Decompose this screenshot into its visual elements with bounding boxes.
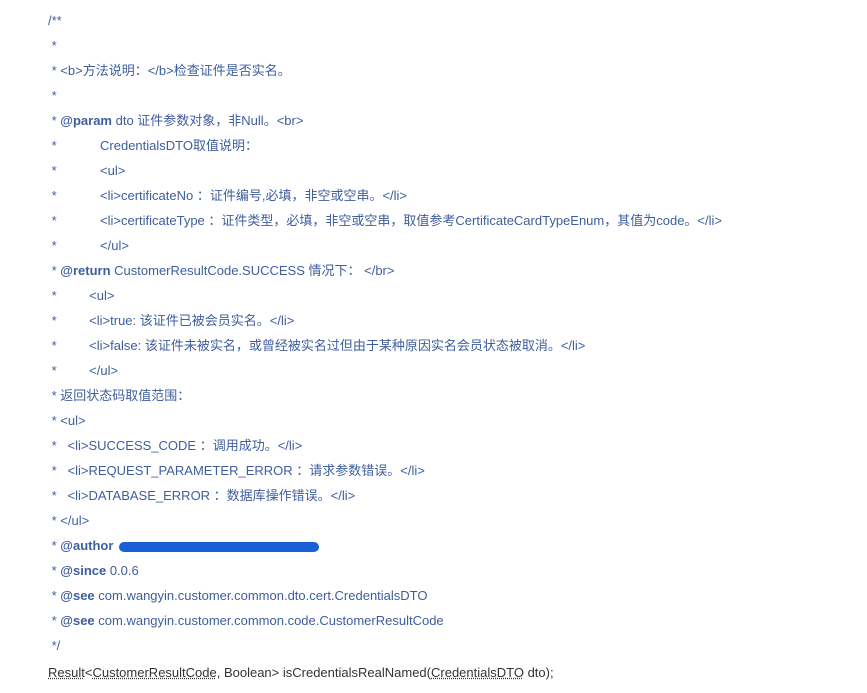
- javadoc-line: * </ul>: [48, 233, 867, 258]
- type-result: Result: [48, 665, 85, 680]
- javadoc-prefix: *: [48, 113, 60, 128]
- javadoc-line: * <li>REQUEST_PARAMETER_ERROR ：请求参数错误。</…: [48, 458, 867, 483]
- javadoc-line-param: * @param dto 证件参数对象，非Null。<br>: [48, 108, 867, 133]
- redacted-author: [119, 542, 319, 552]
- javadoc-line: * <ul>: [48, 283, 867, 308]
- javadoc-line: * <ul>: [48, 408, 867, 433]
- javadoc-text: dto 证件参数对象，非Null。<br>: [112, 113, 303, 128]
- sig-text: , Boolean> isCredentialsRealNamed(: [217, 665, 431, 680]
- javadoc-line: * CredentialsDTO取值说明：: [48, 133, 867, 158]
- type-credentials-dto: CredentialsDTO: [431, 665, 524, 680]
- javadoc-prefix: *: [48, 263, 60, 278]
- sig-text: dto);: [524, 665, 554, 680]
- javadoc-text: com.wangyin.customer.common.code.Custome…: [95, 613, 444, 628]
- javadoc-line: * 返回状态码取值范围：: [48, 383, 867, 408]
- javadoc-tag-since: @since: [60, 563, 106, 578]
- javadoc-line: /**: [48, 8, 867, 33]
- javadoc-line: * <ul>: [48, 158, 867, 183]
- javadoc-line-see: * @see com.wangyin.customer.common.dto.c…: [48, 583, 867, 608]
- javadoc-prefix: *: [48, 613, 60, 628]
- javadoc-tag-see: @see: [60, 588, 94, 603]
- javadoc-line: *: [48, 33, 867, 58]
- javadoc-line: * </ul>: [48, 358, 867, 383]
- javadoc-line: * <li>DATABASE_ERROR ：数据库操作错误。</li>: [48, 483, 867, 508]
- javadoc-prefix: *: [48, 563, 60, 578]
- javadoc-block: /** * * <b>方法说明：</b>检查证件是否实名。 * * @param…: [0, 8, 867, 658]
- javadoc-text: [113, 538, 117, 553]
- javadoc-line: * <li>true: 该证件已被会员实名。</li>: [48, 308, 867, 333]
- javadoc-prefix: *: [48, 538, 60, 553]
- javadoc-text: 0.0.6: [106, 563, 139, 578]
- javadoc-prefix: *: [48, 588, 60, 603]
- javadoc-line: * </ul>: [48, 508, 867, 533]
- javadoc-line: * <li>false: 该证件未被实名，或曾经被实名过但由于某种原因实名会员状…: [48, 333, 867, 358]
- javadoc-line: * <li>certificateNo ：证件编号,必填，非空或空串。</li>: [48, 183, 867, 208]
- method-signature: Result<CustomerResultCode, Boolean> isCr…: [0, 660, 867, 685]
- javadoc-line: *: [48, 83, 867, 108]
- javadoc-text: CustomerResultCode.SUCCESS 情况下： </br>: [111, 263, 395, 278]
- javadoc-line-return: * @return CustomerResultCode.SUCCESS 情况下…: [48, 258, 867, 283]
- javadoc-tag-param: @param: [60, 113, 112, 128]
- type-customer-result-code: CustomerResultCode: [92, 665, 216, 680]
- javadoc-line: * <b>方法说明：</b>检查证件是否实名。: [48, 58, 867, 83]
- javadoc-line: */: [48, 633, 867, 658]
- javadoc-line-author: * @author: [48, 533, 867, 558]
- javadoc-line-see: * @see com.wangyin.customer.common.code.…: [48, 608, 867, 633]
- javadoc-tag-return: @return: [60, 263, 110, 278]
- javadoc-line: * <li>SUCCESS_CODE ：调用成功。</li>: [48, 433, 867, 458]
- javadoc-tag-see: @see: [60, 613, 94, 628]
- javadoc-line-since: * @since 0.0.6: [48, 558, 867, 583]
- javadoc-text: com.wangyin.customer.common.dto.cert.Cre…: [95, 588, 428, 603]
- javadoc-line: * <li>certificateType ：证件类型，必填，非空或空串，取值参…: [48, 208, 867, 233]
- javadoc-tag-author: @author: [60, 538, 113, 553]
